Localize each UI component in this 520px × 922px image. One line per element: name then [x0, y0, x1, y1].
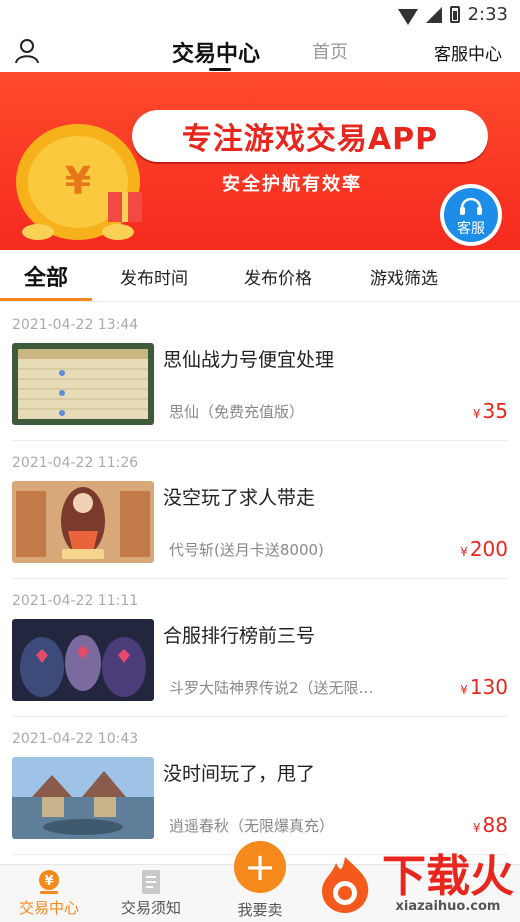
listing-item[interactable]: 2021-04-22 11:26 没空玩了求人带走 代号斩(送月卡送8000) … — [12, 441, 508, 579]
user-icon[interactable] — [14, 38, 40, 64]
listing-game: 代号斩(送月卡送8000) — [169, 541, 324, 559]
watermark-url: xiazaihuo.com — [395, 898, 501, 914]
listing-thumbnail — [12, 343, 154, 425]
svg-text:¥: ¥ — [65, 159, 91, 203]
listing-game: 逍遥春秋（无限爆真充） — [169, 817, 335, 835]
listing-thumbnail — [12, 757, 154, 839]
bottom-tab-label: 交易中心 — [18, 899, 79, 917]
banner-title: 专注游戏交易APP — [181, 122, 439, 157]
filter-bar: 全部 发布时间 发布价格 游戏筛选 — [0, 250, 520, 302]
fire-logo-icon — [322, 857, 369, 913]
sell-label[interactable]: 我要卖 — [215, 899, 305, 920]
listing-date: 2021-04-22 11:11 — [12, 593, 139, 609]
status-time: 2:33 — [467, 4, 508, 25]
filter-active-indicator — [0, 298, 92, 301]
listing-price: ¥35 — [472, 399, 508, 423]
banner-subtitle: 安全护航有效率 — [222, 174, 362, 195]
listing-price: ¥88 — [472, 813, 508, 837]
status-bar: 2:33 — [0, 0, 520, 30]
listing-game: 思仙（免费充值版） — [169, 403, 305, 421]
top-nav: 交易中心 首页 客服中心 — [0, 30, 520, 72]
tab-trade-center[interactable]: 交易中心 — [172, 36, 260, 68]
bottom-tab-trade-center[interactable]: ¥ 交易中心 — [4, 869, 94, 918]
promo-banner[interactable]: ¥ 专注游戏交易APP 安全护航有效率 客服 — [0, 72, 520, 250]
listing-title: 合服排行榜前三号 — [163, 625, 316, 647]
customer-service-button[interactable]: 客服 — [440, 184, 502, 246]
listing-price: ¥130 — [460, 675, 508, 699]
watermark-text: 下载火 xiazaihuo.com — [382, 850, 514, 914]
money-bag-illustration: ¥ — [16, 124, 142, 240]
watermark: 下载火 xiazaihuo.com — [314, 853, 514, 915]
battery-icon — [449, 6, 460, 23]
banner-title-box: 专注游戏交易APP — [132, 110, 488, 162]
listing-price: ¥200 — [460, 537, 508, 561]
listing-game: 斗罗大陆神界传说2（送无限… — [169, 679, 374, 697]
listing-date: 2021-04-22 11:26 — [12, 455, 139, 471]
filter-all[interactable]: 全部 — [24, 260, 68, 292]
filter-publish-price[interactable]: 发布价格 — [244, 264, 312, 289]
listing-item[interactable]: 2021-04-22 13:44 思仙战力号便宜处理 思仙（免费充值版） ¥35 — [12, 303, 508, 441]
filter-game[interactable]: 游戏筛选 — [370, 264, 438, 289]
document-icon — [142, 870, 160, 894]
signal-icon — [425, 6, 442, 23]
listing-item[interactable]: 2021-04-22 10:43 没时间玩了，甩了 逍遥春秋（无限爆真充） ¥8… — [12, 717, 508, 855]
bottom-nav: ¥ 交易中心 交易须知 + 我要卖 下载火 xiazaihuo.com — [0, 841, 520, 922]
listing-date: 2021-04-22 13:44 — [12, 317, 139, 333]
service-center-link[interactable]: 客服中心 — [434, 40, 502, 65]
headset-icon — [460, 197, 482, 215]
customer-service-label: 客服 — [457, 221, 485, 237]
plus-icon: + — [244, 845, 276, 889]
sell-plus-button[interactable]: + — [234, 841, 286, 893]
listing-date: 2021-04-22 10:43 — [12, 731, 139, 747]
listing-title: 思仙战力号便宜处理 — [163, 349, 335, 371]
watermark-brand: 下载火 — [382, 850, 514, 902]
svg-text:¥: ¥ — [44, 874, 53, 889]
tab-home[interactable]: 首页 — [312, 38, 348, 64]
listing-thumbnail — [12, 619, 154, 701]
bottom-tab-notice[interactable]: 交易须知 — [106, 869, 196, 918]
customer-service-badge: 客服 — [444, 188, 498, 242]
active-tab-indicator — [209, 68, 231, 71]
filter-publish-time[interactable]: 发布时间 — [120, 264, 188, 289]
trade-center-icon: ¥ — [39, 870, 59, 894]
listing-title: 没空玩了求人带走 — [163, 487, 316, 509]
status-icons: 2:33 — [397, 4, 508, 25]
listing-list: 2021-04-22 13:44 思仙战力号便宜处理 思仙（免费充值版） ¥35… — [0, 303, 520, 855]
listing-thumbnail — [12, 481, 154, 563]
bottom-tab-label: 交易须知 — [120, 899, 181, 917]
listing-item[interactable]: 2021-04-22 11:11 合服排行榜前三号 斗罗大陆神界传说2（送无限…… — [12, 579, 508, 717]
wifi-icon — [397, 8, 418, 25]
listing-title: 没时间玩了，甩了 — [163, 763, 316, 785]
